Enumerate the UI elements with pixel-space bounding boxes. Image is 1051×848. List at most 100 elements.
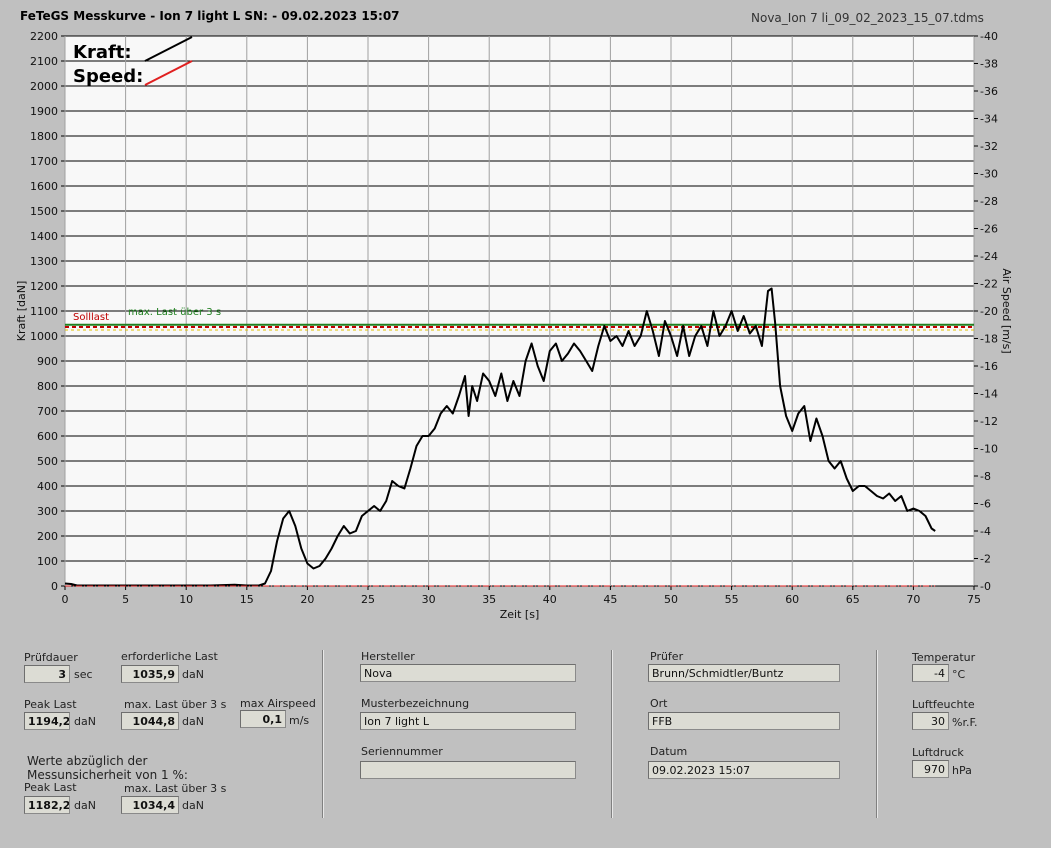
y-tick-label: 100 <box>37 555 58 568</box>
y2-tick-label: -18 <box>980 333 998 346</box>
y2-tick-label: -20 <box>980 305 998 318</box>
x-axis-label: Zeit [s] <box>500 608 539 621</box>
luftfeuchte-label: Luftfeuchte <box>912 698 975 711</box>
luftdruck-unit: hPa <box>952 764 972 777</box>
peak-last-corr-value: 1182,2 <box>24 796 70 814</box>
max-last-3s-value: 1044,8 <box>121 712 179 730</box>
y2-tick-label: -36 <box>980 85 998 98</box>
luftfeuchte-unit: %r.F. <box>952 716 978 729</box>
pruefer-field: Brunn/Schmidtler/Buntz <box>648 664 840 682</box>
y2-tick-label: -26 <box>980 223 998 236</box>
y-tick-label: 900 <box>37 355 58 368</box>
note-line2: Messunsicherheit von 1 %: <box>27 768 188 782</box>
max-last-3s-corr-label: max. Last über 3 s <box>124 782 227 795</box>
max-last-3s-corr-value: 1034,4 <box>121 796 179 814</box>
ort-field: FFB <box>648 712 840 730</box>
y-tick-label: 1700 <box>30 155 58 168</box>
y2-tick-label: -6 <box>980 498 991 511</box>
pruefdauer-unit: sec <box>74 668 93 681</box>
luftdruck-label: Luftdruck <box>912 746 964 759</box>
max-last-label: max. Last über 3 s <box>128 307 221 318</box>
luftdruck-value: 970 <box>912 760 949 778</box>
max-airspeed-unit: m/s <box>289 714 310 727</box>
erforderliche-last-unit: daN <box>182 668 204 681</box>
legend-kraft-label: Kraft: <box>73 42 132 63</box>
y2-tick-label: -2 <box>980 553 991 566</box>
y-tick-label: 1400 <box>30 230 58 243</box>
y2-tick-label: -30 <box>980 168 998 181</box>
x-tick-label: 60 <box>785 593 799 606</box>
erforderliche-last-label: erforderliche Last <box>121 650 218 663</box>
y-axis-label: Kraft [daN] <box>15 281 28 342</box>
pruefdauer-value: 3 <box>24 665 70 683</box>
temperatur-value: -4 <box>912 664 949 682</box>
y2-tick-label: -22 <box>980 278 998 291</box>
separator-2 <box>611 650 613 818</box>
x-tick-label: 40 <box>543 593 557 606</box>
temperatur-label: Temperatur <box>912 651 976 664</box>
solllast-label: Solllast <box>73 312 109 323</box>
y2-axis-label: Air Speed [m/s] <box>1000 268 1013 353</box>
peak-last-value: 1194,2 <box>24 712 70 730</box>
y-tick-label: 1600 <box>30 180 58 193</box>
y-tick-label: 700 <box>37 405 58 418</box>
y2-tick-label: -4 <box>980 525 991 538</box>
hersteller-label: Hersteller <box>361 650 415 663</box>
y2-tick-label: -32 <box>980 140 998 153</box>
seriennummer-field <box>360 761 576 779</box>
max-airspeed-value: 0,1 <box>240 710 286 728</box>
x-tick-label: 0 <box>62 593 69 606</box>
musterbezeichnung-label: Musterbezeichnung <box>361 697 470 710</box>
y2-tick-label: -8 <box>980 470 991 483</box>
legend-speed-label: Speed: <box>73 66 143 87</box>
y2-tick-label: -24 <box>980 250 998 263</box>
x-tick-label: 25 <box>361 593 375 606</box>
x-tick-label: 10 <box>179 593 193 606</box>
peak-last-label: Peak Last <box>24 698 77 711</box>
x-tick-label: 15 <box>240 593 254 606</box>
y2-tick-label: -10 <box>980 443 998 456</box>
max-airspeed-label: max Airspeed <box>240 697 316 710</box>
y2-tick-label: -40 <box>980 30 998 43</box>
x-tick-label: 45 <box>603 593 617 606</box>
y2-tick-label: -16 <box>980 360 998 373</box>
y2-tick-label: -0 <box>980 580 991 593</box>
y-tick-label: 2000 <box>30 80 58 93</box>
y2-tick-label: -34 <box>980 113 998 126</box>
max-last-3s-unit: daN <box>182 715 204 728</box>
y-tick-label: 0 <box>51 580 58 593</box>
y-tick-label: 2200 <box>30 30 58 43</box>
y-tick-label: 1800 <box>30 130 58 143</box>
x-tick-label: 55 <box>725 593 739 606</box>
y-tick-label: 1500 <box>30 205 58 218</box>
pruefdauer-label: Prüfdauer <box>24 651 78 664</box>
y2-tick-label: -12 <box>980 415 998 428</box>
datum-label: Datum <box>650 745 688 758</box>
y-tick-label: 1000 <box>30 330 58 343</box>
x-tick-label: 70 <box>906 593 920 606</box>
y-tick-label: 600 <box>37 430 58 443</box>
x-tick-label: 5 <box>122 593 129 606</box>
y-tick-label: 1900 <box>30 105 58 118</box>
x-tick-label: 75 <box>967 593 981 606</box>
erforderliche-last-value: 1035,9 <box>121 665 179 683</box>
note-line1: Werte abzüglich der <box>27 754 148 768</box>
max-last-3s-label: max. Last über 3 s <box>124 698 227 711</box>
force-speed-chart: 0100200300400500600700800900100011001200… <box>15 30 1013 621</box>
y-tick-label: 300 <box>37 505 58 518</box>
separator-1 <box>322 650 324 818</box>
peak-last-corr-label: Peak Last <box>24 781 77 794</box>
y2-tick-label: -38 <box>980 58 998 71</box>
x-tick-label: 50 <box>664 593 678 606</box>
y-tick-label: 500 <box>37 455 58 468</box>
y-tick-label: 1100 <box>30 305 58 318</box>
y-tick-label: 1300 <box>30 255 58 268</box>
ort-label: Ort <box>650 697 668 710</box>
y-tick-label: 1200 <box>30 280 58 293</box>
y-tick-label: 2100 <box>30 55 58 68</box>
peak-last-corr-unit: daN <box>74 799 96 812</box>
y-tick-label: 200 <box>37 530 58 543</box>
y-tick-label: 400 <box>37 480 58 493</box>
x-tick-label: 30 <box>422 593 436 606</box>
separator-3 <box>876 650 878 818</box>
